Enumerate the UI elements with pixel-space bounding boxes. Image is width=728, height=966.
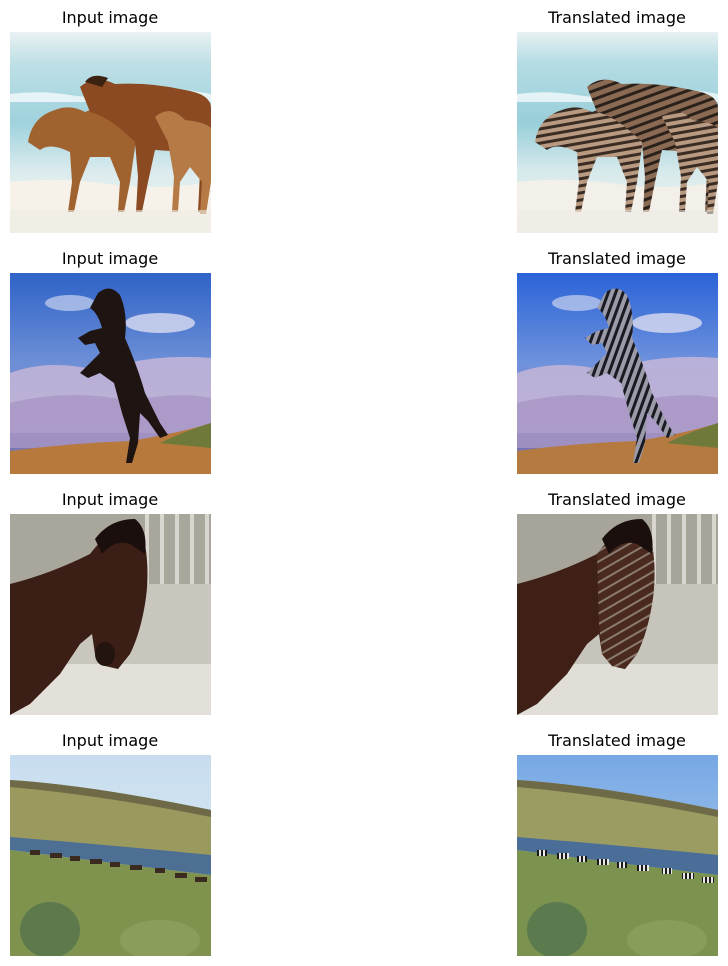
translated-image-rearing-zebra <box>517 273 718 474</box>
translated-image-title-2: Translated image <box>548 249 686 268</box>
input-image-title-4: Input image <box>61 731 159 750</box>
translated-image-striped-horse-closeup <box>517 514 718 715</box>
input-image-title-2: Input image <box>61 249 159 268</box>
horse-closeup-input-picture <box>10 514 211 715</box>
beach-horses-input-picture <box>10 32 211 233</box>
input-image-horse-closeup <box>10 514 211 715</box>
rearing-zebra-output-picture <box>517 273 718 474</box>
input-image-title-1: Input image <box>61 8 159 27</box>
translated-image-title-1: Translated image <box>548 8 686 27</box>
horse-herd-valley-input-picture <box>10 755 211 956</box>
translated-image-zebra-herd-valley <box>517 755 718 956</box>
input-image-beach-horses <box>10 32 211 233</box>
input-image-horse-herd-valley <box>10 755 211 956</box>
beach-zebras-output-picture <box>517 32 718 233</box>
zebra-herd-valley-output-picture <box>517 755 718 956</box>
translated-image-title-3: Translated image <box>548 490 686 509</box>
striped-horse-closeup-output-picture <box>517 514 718 715</box>
input-image-title-3: Input image <box>61 490 159 509</box>
rearing-horse-input-picture <box>10 273 211 474</box>
input-image-rearing-horse <box>10 273 211 474</box>
translated-image-beach-zebras <box>517 32 718 233</box>
translated-image-title-4: Translated image <box>548 731 686 750</box>
